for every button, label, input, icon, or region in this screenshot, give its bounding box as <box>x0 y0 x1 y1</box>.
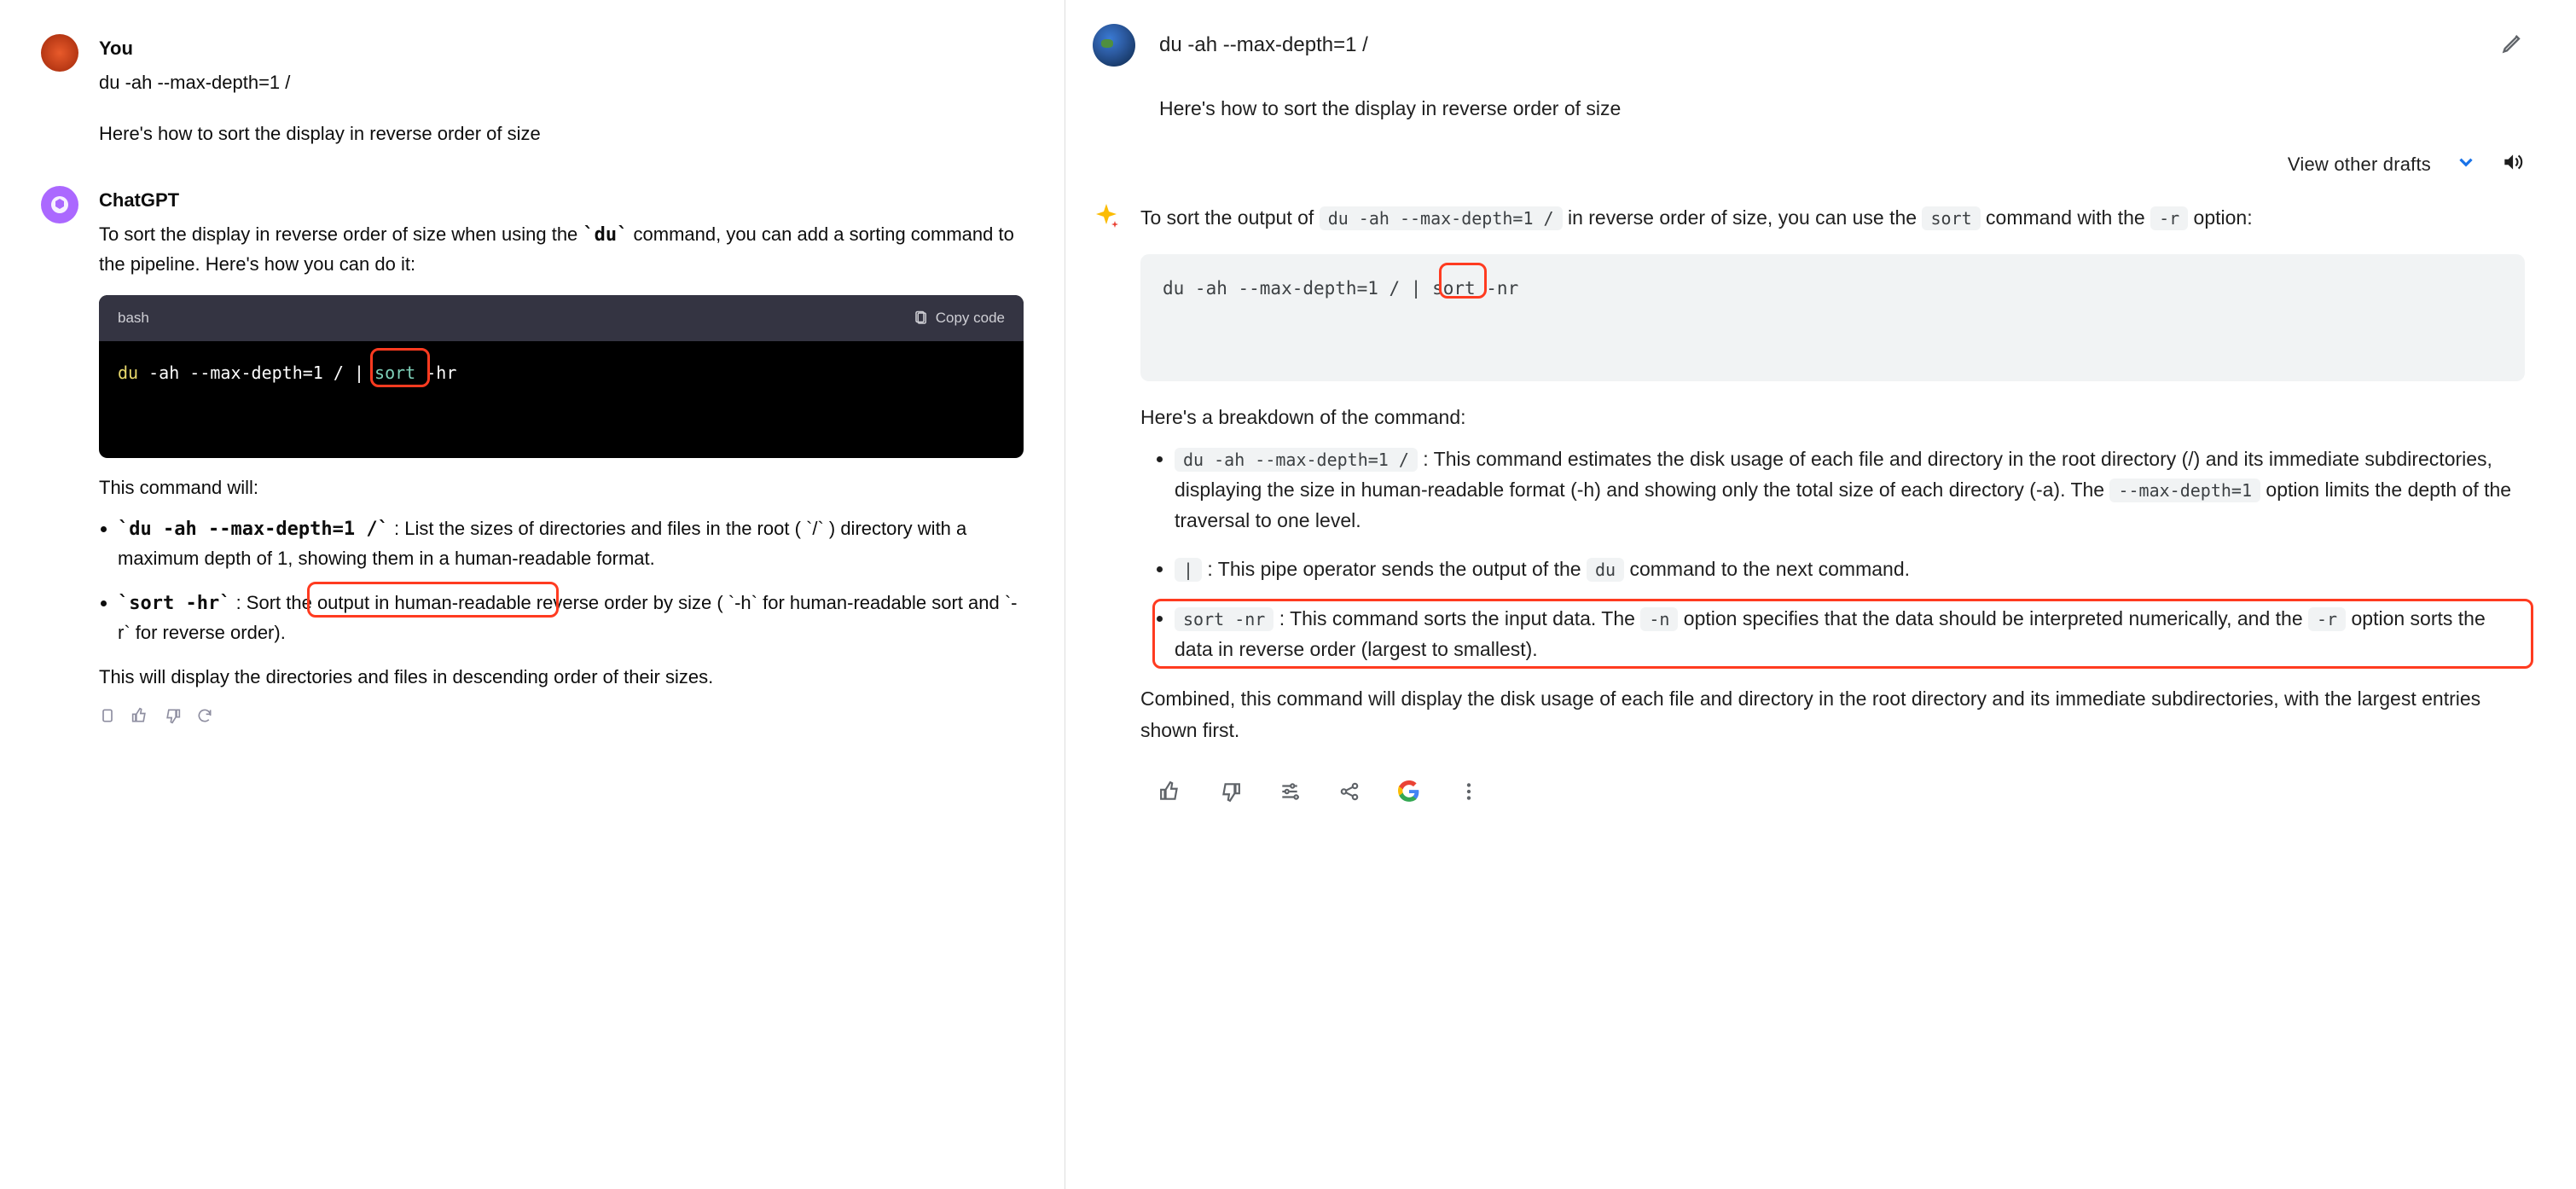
thumbs-up-icon[interactable] <box>131 707 148 724</box>
assistant-intro: To sort the display in reverse order of … <box>99 220 1024 279</box>
bard-action-toolbar <box>1159 780 2525 803</box>
tune-icon[interactable] <box>1279 780 1301 803</box>
assistant-body: ChatGPT To sort the display in reverse o… <box>99 186 1024 724</box>
chatgpt-avatar <box>41 186 78 223</box>
user-message: You du -ah --max-depth=1 / Here's how to… <box>41 34 1024 148</box>
assistant-name: ChatGPT <box>99 186 1024 215</box>
chatgpt-pane: You du -ah --max-depth=1 / Here's how to… <box>0 0 1065 1189</box>
code-block: bash Copy code du -ah --max-depth=1 / | … <box>99 295 1024 458</box>
assistant-bullets: `du -ah --max-depth=1 /` : List the size… <box>99 514 1024 647</box>
bard-intro: To sort the output of du -ah --max-depth… <box>1140 202 2525 234</box>
clipboard-icon <box>914 310 929 326</box>
assistant-closing: This will display the directories and fi… <box>99 663 1024 692</box>
edit-prompt-button[interactable] <box>2501 31 2525 60</box>
copy-icon[interactable] <box>99 707 116 724</box>
user-avatar <box>41 34 78 72</box>
google-icon[interactable] <box>1398 780 1420 803</box>
chevron-down-icon[interactable] <box>2455 151 2477 178</box>
pencil-icon <box>2501 31 2525 55</box>
list-item: `sort -hr` : Sort the output in human-re… <box>118 589 1024 647</box>
bard-message: To sort the output of du -ah --max-depth… <box>1093 202 2525 746</box>
thumbs-up-icon[interactable] <box>1159 780 1181 803</box>
list-item: sort -nr : This command sorts the input … <box>1175 604 2525 664</box>
regenerate-icon[interactable] <box>196 707 213 724</box>
user-avatar-right <box>1093 24 1135 67</box>
list-item: | : This pipe operator sends the output … <box>1175 554 2525 585</box>
code-lang-label: bash <box>118 307 149 329</box>
user-text-line2: Here's how to sort the display in revers… <box>99 119 1024 148</box>
share-icon[interactable] <box>1338 780 1361 803</box>
list-item: du -ah --max-depth=1 / : This command es… <box>1175 444 2525 536</box>
copy-code-button[interactable]: Copy code <box>914 307 1005 329</box>
bard-body: To sort the output of du -ah --max-depth… <box>1140 202 2525 746</box>
code-header: bash Copy code <box>99 295 1024 341</box>
thumbs-down-icon[interactable] <box>164 707 181 724</box>
user-message-body: You du -ah --max-depth=1 / Here's how to… <box>99 34 1024 148</box>
openai-icon <box>49 194 70 215</box>
view-drafts-button[interactable]: View other drafts <box>2288 154 2431 176</box>
bard-avatar <box>1093 202 1120 229</box>
speaker-icon[interactable] <box>2501 151 2523 178</box>
copy-code-label: Copy code <box>936 307 1005 329</box>
assistant-action-toolbar <box>99 707 1024 724</box>
assistant-message: ChatGPT To sort the display in reverse o… <box>41 186 1024 724</box>
user-prompt-text: du -ah --max-depth=1 / <box>1159 33 1368 57</box>
drafts-row: View other drafts <box>1093 151 2525 178</box>
user-text-line1: du -ah --max-depth=1 / <box>99 68 1024 97</box>
more-icon[interactable] <box>1458 780 1480 803</box>
sparkle-icon <box>1093 202 1120 229</box>
after-code-text: This command will: <box>99 473 1024 502</box>
user-prompt-follow: Here's how to sort the display in revers… <box>1159 97 2525 120</box>
bard-bullets: du -ah --max-depth=1 / : This command es… <box>1140 444 2525 664</box>
code-body[interactable]: du -ah --max-depth=1 / | sort -hr <box>99 341 1024 458</box>
breakdown-header: Here's a breakdown of the command: <box>1140 402 2525 433</box>
list-item: `du -ah --max-depth=1 /` : List the size… <box>118 514 1024 573</box>
bard-closing: Combined, this command will display the … <box>1140 683 2525 746</box>
bard-code-block[interactable]: du -ah --max-depth=1 / | sort -nr <box>1140 254 2525 381</box>
user-prompt-row: du -ah --max-depth=1 / <box>1093 24 2525 67</box>
bard-pane: du -ah --max-depth=1 / Here's how to sor… <box>1065 0 2576 1189</box>
thumbs-down-icon[interactable] <box>1219 780 1241 803</box>
user-name: You <box>99 34 1024 63</box>
